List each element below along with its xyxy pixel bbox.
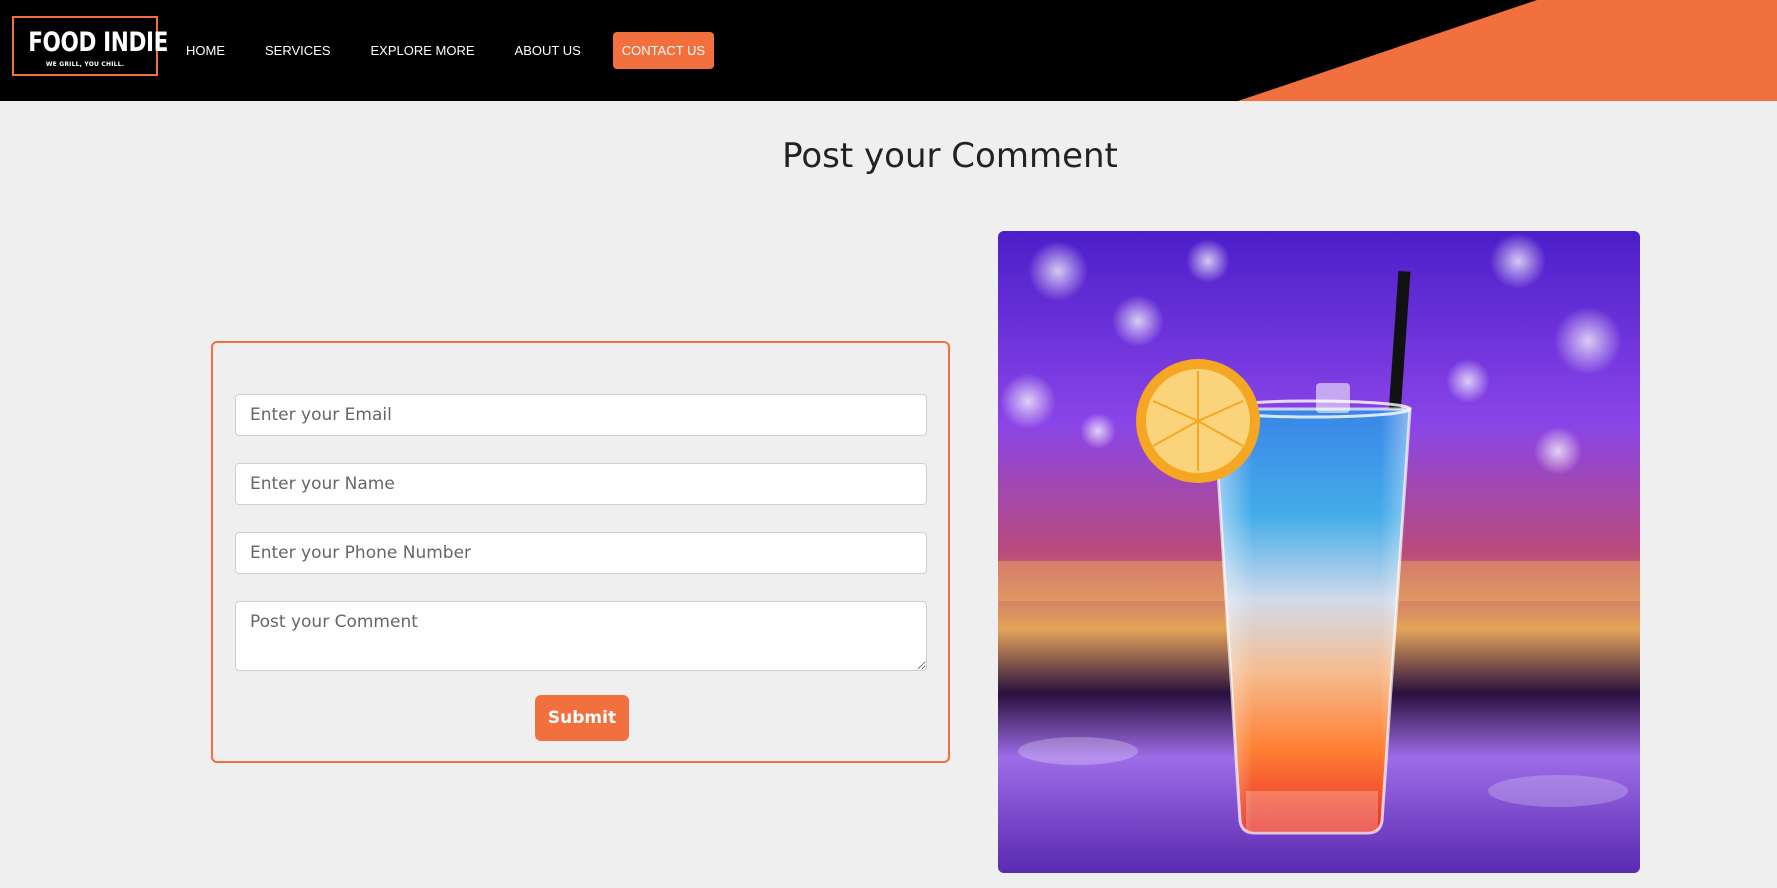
- nav-link-explore-more[interactable]: EXPLORE MORE: [351, 35, 495, 66]
- comment-textarea[interactable]: [235, 601, 927, 671]
- nav-link-services[interactable]: SERVICES: [245, 35, 351, 66]
- main-nav: HOME SERVICES EXPLORE MORE ABOUT US CONT…: [166, 32, 715, 69]
- brand-name: FOOD INDIE: [28, 27, 168, 58]
- submit-button[interactable]: Submit: [535, 695, 629, 741]
- contact-us-button[interactable]: CONTACT US: [612, 32, 715, 69]
- email-input[interactable]: [235, 394, 927, 436]
- page-title: Post your Comment: [782, 136, 1118, 176]
- comment-form: Submit: [211, 341, 950, 763]
- name-input[interactable]: [235, 463, 927, 505]
- phone-input[interactable]: [235, 532, 927, 574]
- nav-link-about-us[interactable]: ABOUT US: [495, 35, 601, 66]
- cocktail-photo: [998, 231, 1640, 873]
- navbar: FOOD INDIE WE GRILL, YOU CHILL. HOME SER…: [0, 0, 1777, 101]
- cocktail-illustration: [998, 231, 1640, 873]
- nav-link-home[interactable]: HOME: [166, 35, 245, 66]
- brand-tagline: WE GRILL, YOU CHILL.: [45, 61, 125, 68]
- brand-logo[interactable]: FOOD INDIE WE GRILL, YOU CHILL.: [12, 16, 168, 76]
